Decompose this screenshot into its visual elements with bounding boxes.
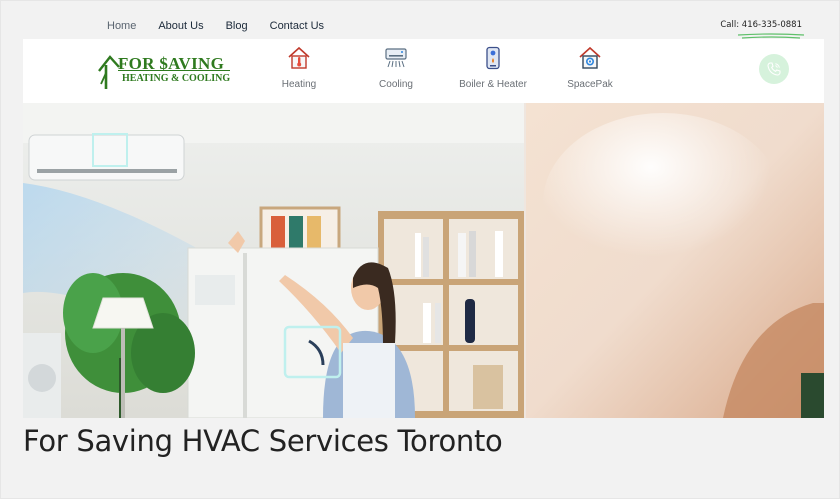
- house-gear-icon: [579, 46, 601, 69]
- logo-house-mark: [98, 55, 120, 89]
- call-number: 416-335-0881: [741, 20, 802, 30]
- top-bar: Home About Us Blog Contact Us Call: 416-…: [23, 13, 824, 39]
- nav-about-us[interactable]: About Us: [158, 20, 203, 32]
- house-thermometer-icon: [288, 46, 310, 69]
- company-logo[interactable]: FOR $AVING HEATING & COOLING: [96, 53, 236, 91]
- page-caption: For Saving HVAC Services Toronto: [23, 424, 503, 458]
- nav-contact-us[interactable]: Contact Us: [270, 20, 324, 32]
- service-heating-label: Heating: [281, 79, 317, 90]
- service-cooling[interactable]: Cooling: [356, 46, 436, 90]
- logo-main-text: FOR $AVING: [118, 54, 225, 73]
- hero-photo-illustration: [23, 103, 824, 418]
- logo-sub-text: HEATING & COOLING: [122, 73, 231, 84]
- top-nav: Home About Us Blog Contact Us: [107, 20, 346, 32]
- water-heater-icon: [486, 46, 500, 70]
- site-header: FOR $AVING HEATING & COOLING Heating Coo…: [23, 39, 824, 103]
- service-spacepak-label: SpacePak: [567, 79, 613, 90]
- hero-image: [23, 103, 824, 418]
- call-button[interactable]: [759, 54, 789, 84]
- service-boiler-heater-label: Boiler & Heater: [459, 79, 527, 90]
- service-boiler-heater[interactable]: Boiler & Heater: [453, 46, 533, 90]
- service-cooling-label: Cooling: [379, 79, 413, 90]
- call-link[interactable]: Call: 416-335-0881: [720, 20, 802, 30]
- nav-home[interactable]: Home: [107, 20, 136, 32]
- service-spacepak[interactable]: SpacePak: [550, 46, 630, 90]
- nav-blog[interactable]: Blog: [226, 20, 248, 32]
- air-conditioner-icon: [385, 48, 407, 68]
- phone-icon: [767, 62, 781, 76]
- call-prefix: Call:: [720, 20, 742, 30]
- service-heating[interactable]: Heating: [259, 46, 339, 90]
- logo-divider: [118, 70, 230, 71]
